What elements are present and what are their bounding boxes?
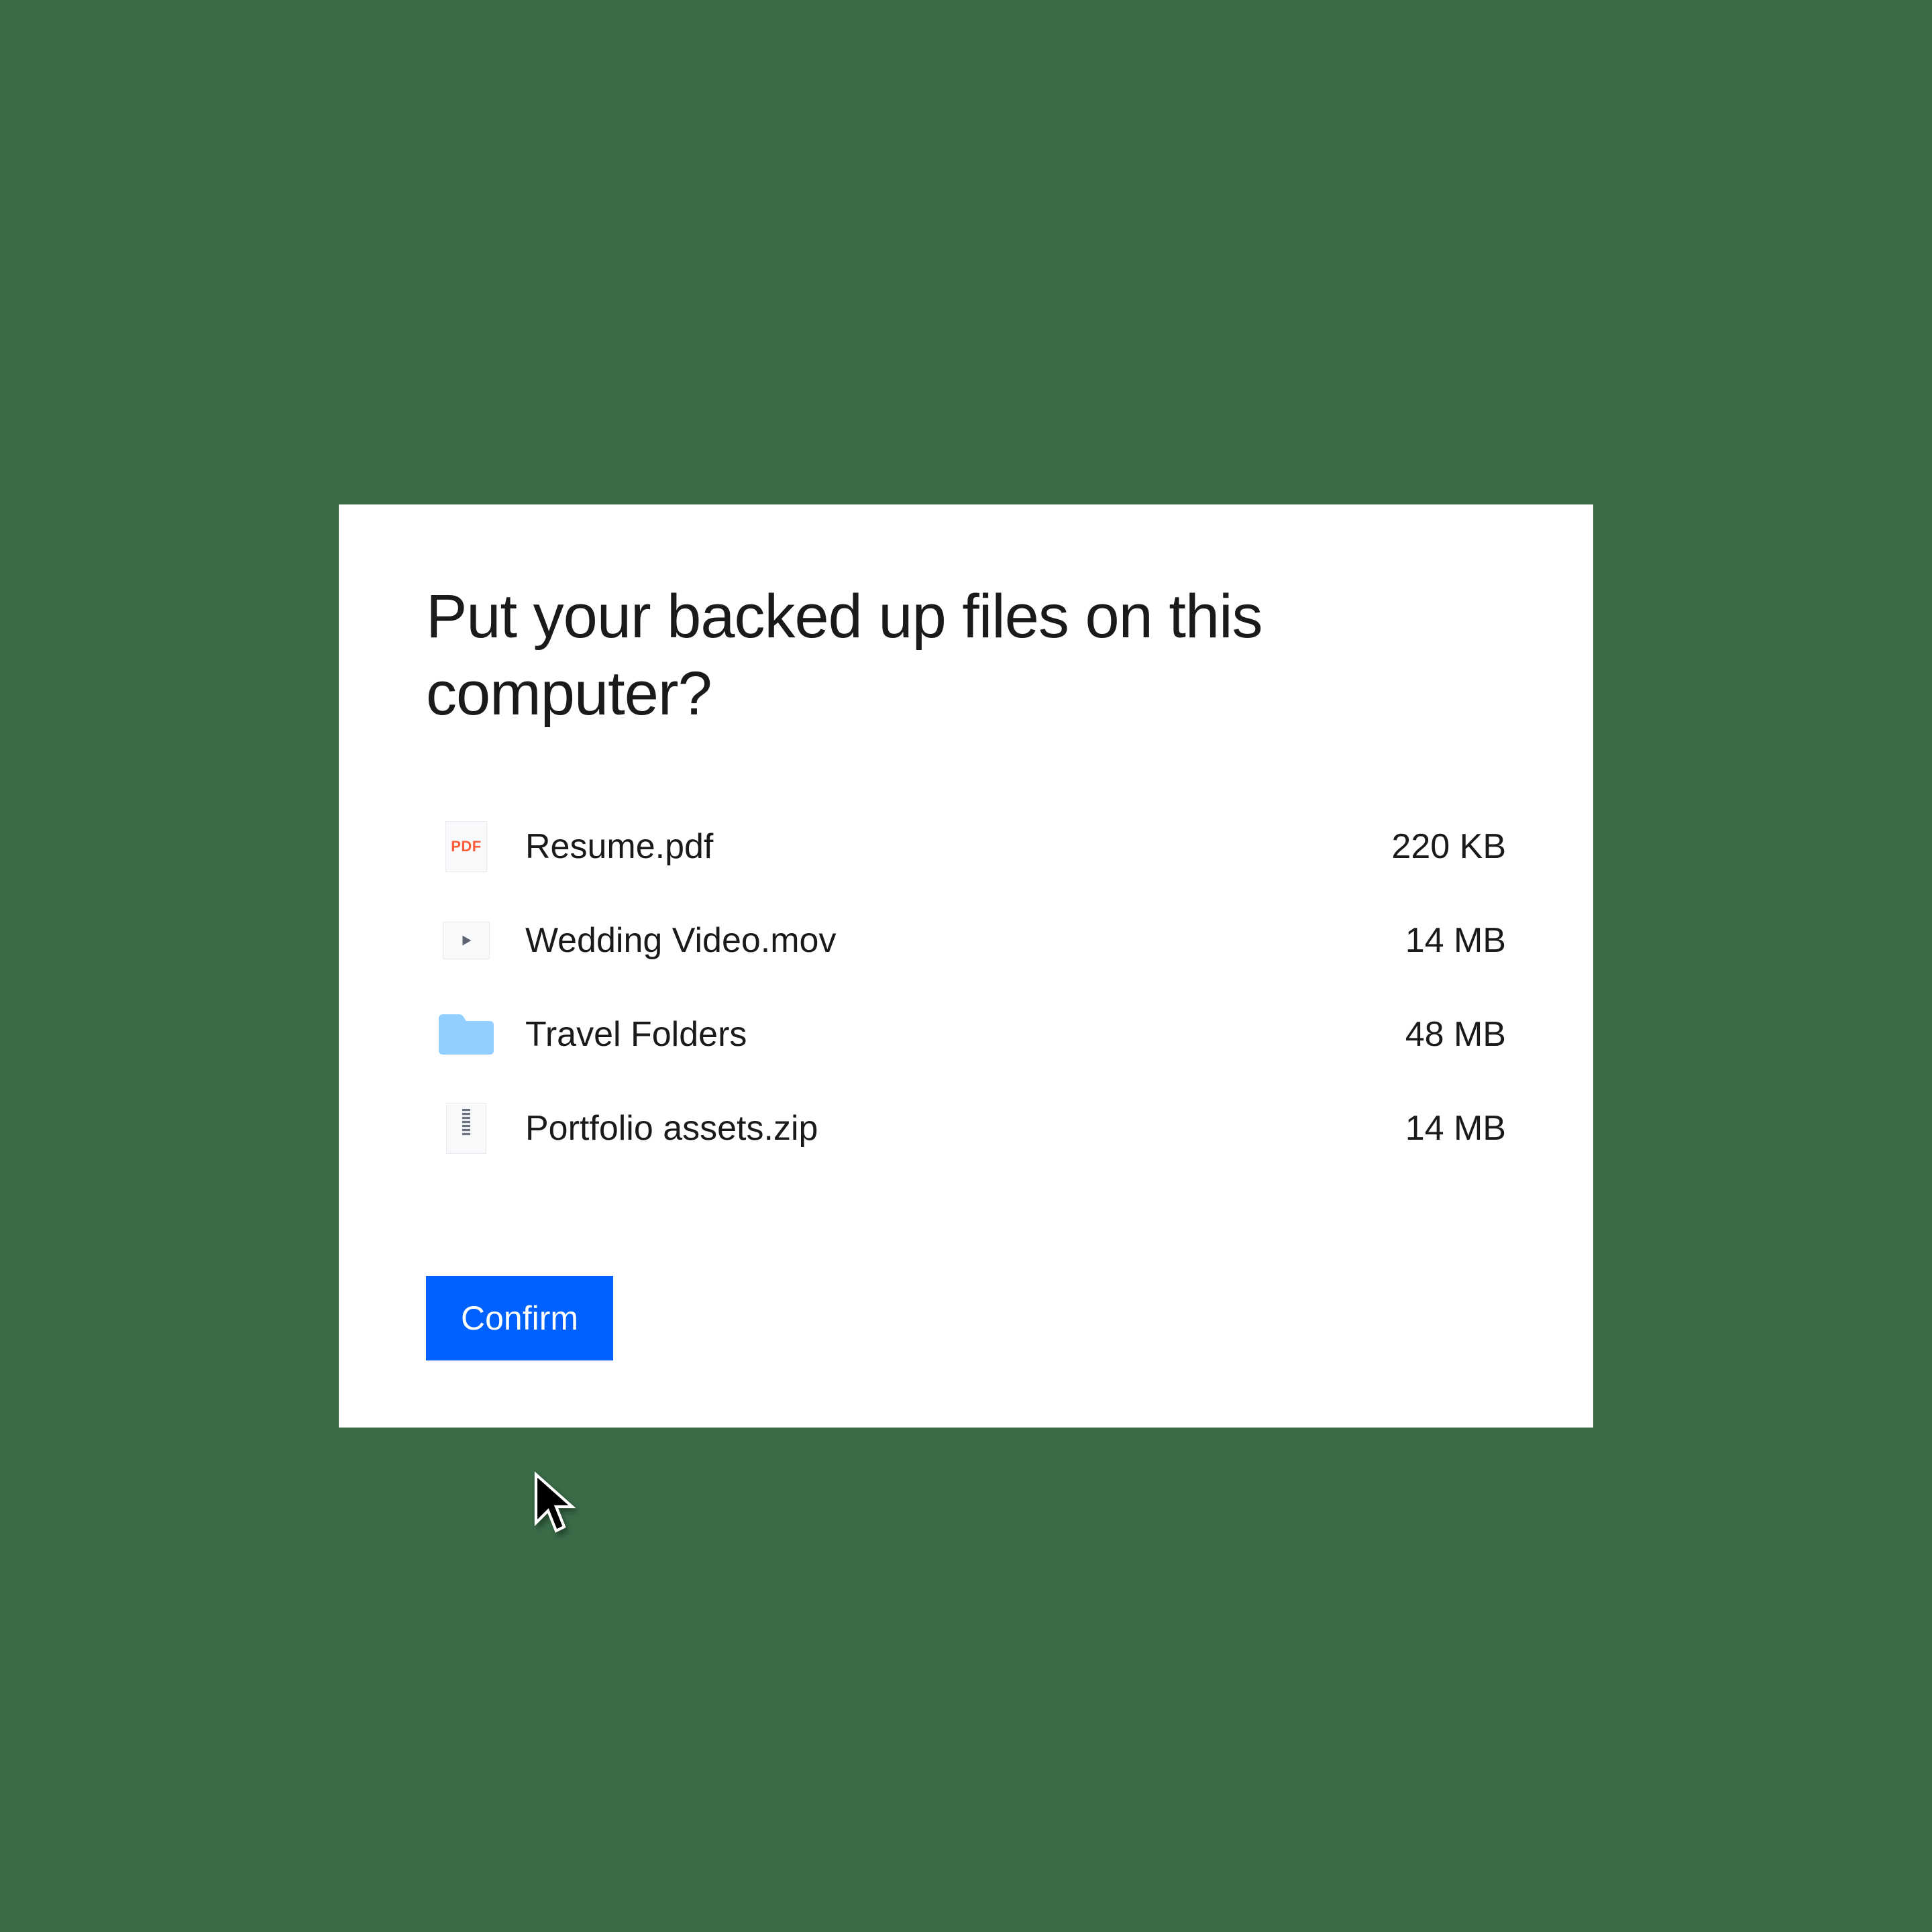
file-name: Wedding Video.mov [525, 920, 1373, 961]
file-row[interactable]: Wedding Video.mov 14 MB [439, 914, 1506, 967]
file-row[interactable]: Travel Folders 48 MB [439, 1008, 1506, 1061]
video-file-icon [439, 914, 493, 967]
file-name: Portfolio assets.zip [525, 1108, 1373, 1148]
file-list: PDF Resume.pdf 220 KB Wedding Video.mov … [426, 820, 1506, 1155]
restore-backup-dialog: Put your backed up files on this compute… [339, 504, 1593, 1428]
file-name: Resume.pdf [525, 826, 1359, 867]
file-size: 220 KB [1391, 826, 1506, 867]
confirm-button[interactable]: Confirm [426, 1276, 613, 1360]
file-row[interactable]: PDF Resume.pdf 220 KB [439, 820, 1506, 873]
folder-icon [439, 1008, 493, 1061]
file-size: 14 MB [1405, 920, 1506, 961]
cursor-pointer-icon [532, 1470, 580, 1535]
pdf-file-icon: PDF [439, 820, 493, 873]
zip-file-icon [439, 1102, 493, 1155]
file-size: 14 MB [1405, 1108, 1506, 1148]
file-size: 48 MB [1405, 1014, 1506, 1055]
file-row[interactable]: Portfolio assets.zip 14 MB [439, 1102, 1506, 1155]
dialog-title: Put your backed up files on this compute… [426, 578, 1506, 733]
file-name: Travel Folders [525, 1014, 1373, 1055]
